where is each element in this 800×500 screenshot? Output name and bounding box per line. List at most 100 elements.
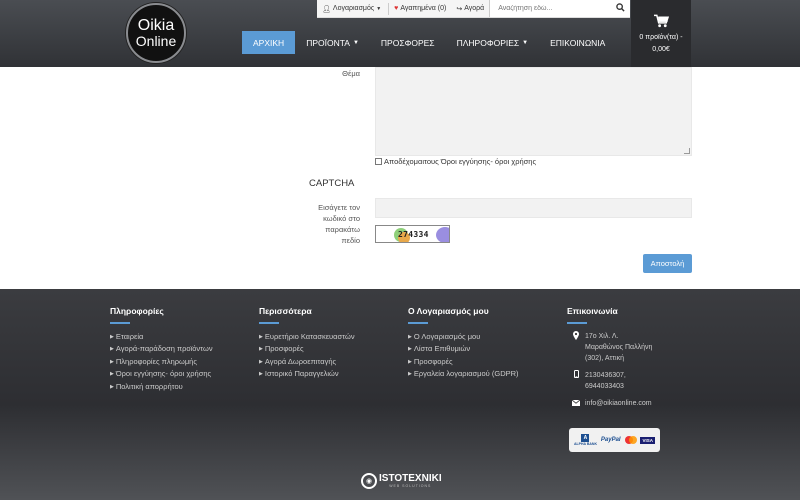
- account-menu[interactable]: 👤︎ Λογαριασμός ▼: [317, 0, 388, 17]
- footer-link-label: Αγορά Δωροεπιταγής: [264, 356, 337, 366]
- resize-handle-icon[interactable]: [684, 148, 690, 154]
- site-footer: Πληροφορίες ▶ Εταιρεία ▶ Αγορά-παράδοση πρ…: [0, 289, 800, 500]
- nav-home[interactable]: ΑΡΧΙΚΗ: [242, 31, 296, 54]
- footer-link-label: Εργαλεία λογαριασμού (GDPR): [413, 369, 519, 379]
- search-input[interactable]: [498, 5, 599, 12]
- checkout-link[interactable]: ↪ Αγορά: [451, 0, 489, 17]
- nav-contact-label: ΕΠΙΚΟΙΝΩΝΙΑ: [550, 37, 606, 48]
- payment-methods: A ALPHA BANK PayPal VISA: [569, 428, 660, 452]
- arrow-right-icon: ▶: [110, 346, 114, 353]
- search-icon[interactable]: [616, 3, 625, 14]
- footer-link[interactable]: ▶ Εταιρεία: [110, 331, 213, 343]
- terms-checkbox[interactable]: [375, 158, 382, 165]
- address-line: Μαραθώνος Παλλήνη: [585, 344, 653, 351]
- contact-email: info@oikiaonline.com: [567, 398, 652, 409]
- alpha-bank-label: ALPHA BANK: [573, 442, 597, 446]
- footer-col-more: Περισσότερα ▶ Ευρετήριο Κατασκευαστών ▶ Πρ…: [259, 306, 355, 381]
- cart-total: 0,00€: [652, 46, 670, 53]
- footer-link-label: Ιστορικό Παραγγελιών: [264, 369, 339, 379]
- arrow-right-icon: ▶: [408, 334, 412, 340]
- caret-down-icon: ▼: [352, 39, 359, 46]
- footer-link[interactable]: ▶ Εργαλεία λογαριασμού (GDPR): [408, 368, 519, 380]
- cart-button[interactable]: 0 προϊόν(τα) - 0,00€: [631, 0, 691, 67]
- nav-offers[interactable]: ΠΡΟΣΦΟΡΕΣ: [370, 31, 446, 54]
- cart-count: 0 προϊόν(τα) -: [639, 34, 683, 41]
- captcha-image: 274334: [375, 225, 450, 243]
- heading-underline: [110, 322, 130, 324]
- arrow-right-icon: ▶: [259, 358, 263, 365]
- footer-link[interactable]: ▶ Λίστα Επιθυμιών: [408, 343, 519, 355]
- footer-link-label: Προσφορές: [264, 344, 304, 354]
- footer-link-label: Αγορά-παράδοση προϊόντων: [115, 344, 213, 354]
- alpha-bank-mark-icon: A: [581, 434, 590, 442]
- captcha-label-line: κωδικό στο: [323, 214, 360, 223]
- developer-name: ISTOTEXNIKI: [379, 473, 442, 484]
- footer-link[interactable]: ▶ Πολιτική απορρήτου: [110, 381, 213, 393]
- arrow-right-icon: ▶: [259, 371, 263, 378]
- subject-textarea[interactable]: [375, 67, 692, 156]
- email-link[interactable]: info@oikiaonline.com: [585, 398, 652, 409]
- footer-col-contact: Επικοινωνία 17ο Χιλ. Λ. Μαραθώνος Παλλήν…: [567, 306, 652, 409]
- footer-link[interactable]: ▶ Ευρετήριο Κατασκευαστών: [259, 331, 355, 343]
- footer-link[interactable]: ▶ Προσφορές: [408, 356, 519, 368]
- captcha-instructions: Εισάγετε τον κωδικό στο παρακάτω πεδίο: [290, 202, 360, 246]
- footer-link[interactable]: ▶ Αγορά Δωροεπιταγής: [259, 356, 355, 368]
- captcha-label-line: παρακάτω: [325, 225, 360, 234]
- footer-col-info: Πληροφορίες ▶ Εταιρεία ▶ Αγορά-παράδοση πρ…: [110, 306, 213, 393]
- footer-col-account: Ο Λογαριασμός μου ▶ Ο Λογαριασμός μου ▶ Λί…: [408, 306, 519, 381]
- contact-address: 17ο Χιλ. Λ. Μαραθώνος Παλλήνη (302), Αττ…: [567, 331, 652, 364]
- heading-underline: [567, 322, 587, 324]
- nav-products-label: ΠΡΟΪΟΝΤΑ: [306, 37, 350, 48]
- search-box: [489, 0, 630, 17]
- arrow-right-icon: ▶: [408, 358, 412, 365]
- arrow-right-icon: ▶: [110, 334, 114, 340]
- footer-link-label: Πολιτική απορρήτου: [115, 381, 183, 391]
- phone-number[interactable]: 2130436307,: [585, 370, 626, 381]
- site-header: Oikia Online 👤︎ Λογαριασμός ▼ ♥ Αγαπημέν…: [0, 0, 800, 67]
- logo-line1: Oikia: [137, 17, 175, 34]
- footer-link[interactable]: ▶ Πληροφορίες πληρωμής: [110, 356, 213, 368]
- footer-link[interactable]: ▶ Ιστορικό Παραγγελιών: [259, 368, 355, 380]
- footer-link-label: Ευρετήριο Κατασκευαστών: [264, 332, 355, 341]
- footer-link-label: Ο Λογαριασμός μου: [413, 332, 481, 341]
- wishlist-link[interactable]: ♥ Αγαπημένα (0): [389, 0, 451, 17]
- contact-phones: 2130436307, 6944033403: [567, 370, 652, 392]
- footer-link[interactable]: ▶ Προσφορές: [259, 343, 355, 355]
- footer-link-label: Πληροφορίες πληρωμής: [115, 356, 197, 366]
- footer-heading: Ο Λογαριασμός μου: [408, 306, 489, 316]
- mobile-phone-icon: [567, 370, 585, 381]
- footer-link[interactable]: ▶ Όροι εγγύησης- όροι χρήσης: [110, 368, 213, 380]
- nav-info[interactable]: ΠΛΗΡΟΦΟΡΙΕΣ ▼: [446, 31, 540, 54]
- nav-home-label: ΑΡΧΙΚΗ: [253, 37, 285, 48]
- arrow-right-icon: ▶: [110, 371, 114, 378]
- alpha-bank-logo: A ALPHA BANK: [574, 434, 597, 446]
- map-marker-icon: [567, 331, 585, 343]
- footer-link-label: Εταιρεία: [115, 332, 144, 341]
- arrow-right-icon: ▶: [408, 346, 412, 353]
- phone-number[interactable]: 6944033403: [585, 381, 626, 392]
- account-label: Λογαριασμός: [332, 5, 375, 12]
- captcha-noise: [436, 227, 449, 242]
- footer-link[interactable]: ▶ Αγορά-παράδοση προϊόντων: [110, 343, 213, 355]
- logo-line2: Online: [135, 33, 177, 49]
- nav-contact[interactable]: ΕΠΙΚΟΙΝΩΝΙΑ: [539, 31, 616, 54]
- checkout-label: Αγορά: [464, 5, 485, 12]
- nav-products[interactable]: ΠΡΟΪΟΝΤΑ ▼: [295, 31, 370, 54]
- captcha-code: 274334: [398, 230, 429, 239]
- footer-heading: Πληροφορίες: [110, 306, 164, 316]
- site-logo[interactable]: Oikia Online: [126, 3, 186, 63]
- captcha-label-line: Εισάγετε τον: [318, 203, 360, 212]
- arrow-right-icon: ▶: [110, 358, 114, 365]
- arrow-right-icon: ▶: [408, 371, 412, 378]
- footer-link[interactable]: ▶ Ο Λογαριασμός μου: [408, 331, 519, 343]
- arrow-right-icon: ▶: [259, 334, 263, 340]
- submit-button[interactable]: Αποστολή: [643, 254, 692, 273]
- heading-underline: [259, 322, 279, 324]
- footer-heading: Περισσότερα: [259, 306, 312, 316]
- developer-credit[interactable]: ◉ ISTOTEXNIKI WEB SOLUTIONS: [361, 473, 442, 489]
- main-nav: ΑΡΧΙΚΗ ΠΡΟΪΟΝΤΑ ▼ ΠΡΟΣΦΟΡΕΣ ΠΛΗΡΟΦΟΡΙΕΣ ▼ …: [242, 31, 616, 54]
- visa-logo: VISA: [640, 436, 655, 444]
- captcha-input[interactable]: [375, 198, 692, 218]
- cart-icon: [631, 14, 691, 31]
- nav-offers-label: ΠΡΟΣΦΟΡΕΣ: [380, 37, 435, 48]
